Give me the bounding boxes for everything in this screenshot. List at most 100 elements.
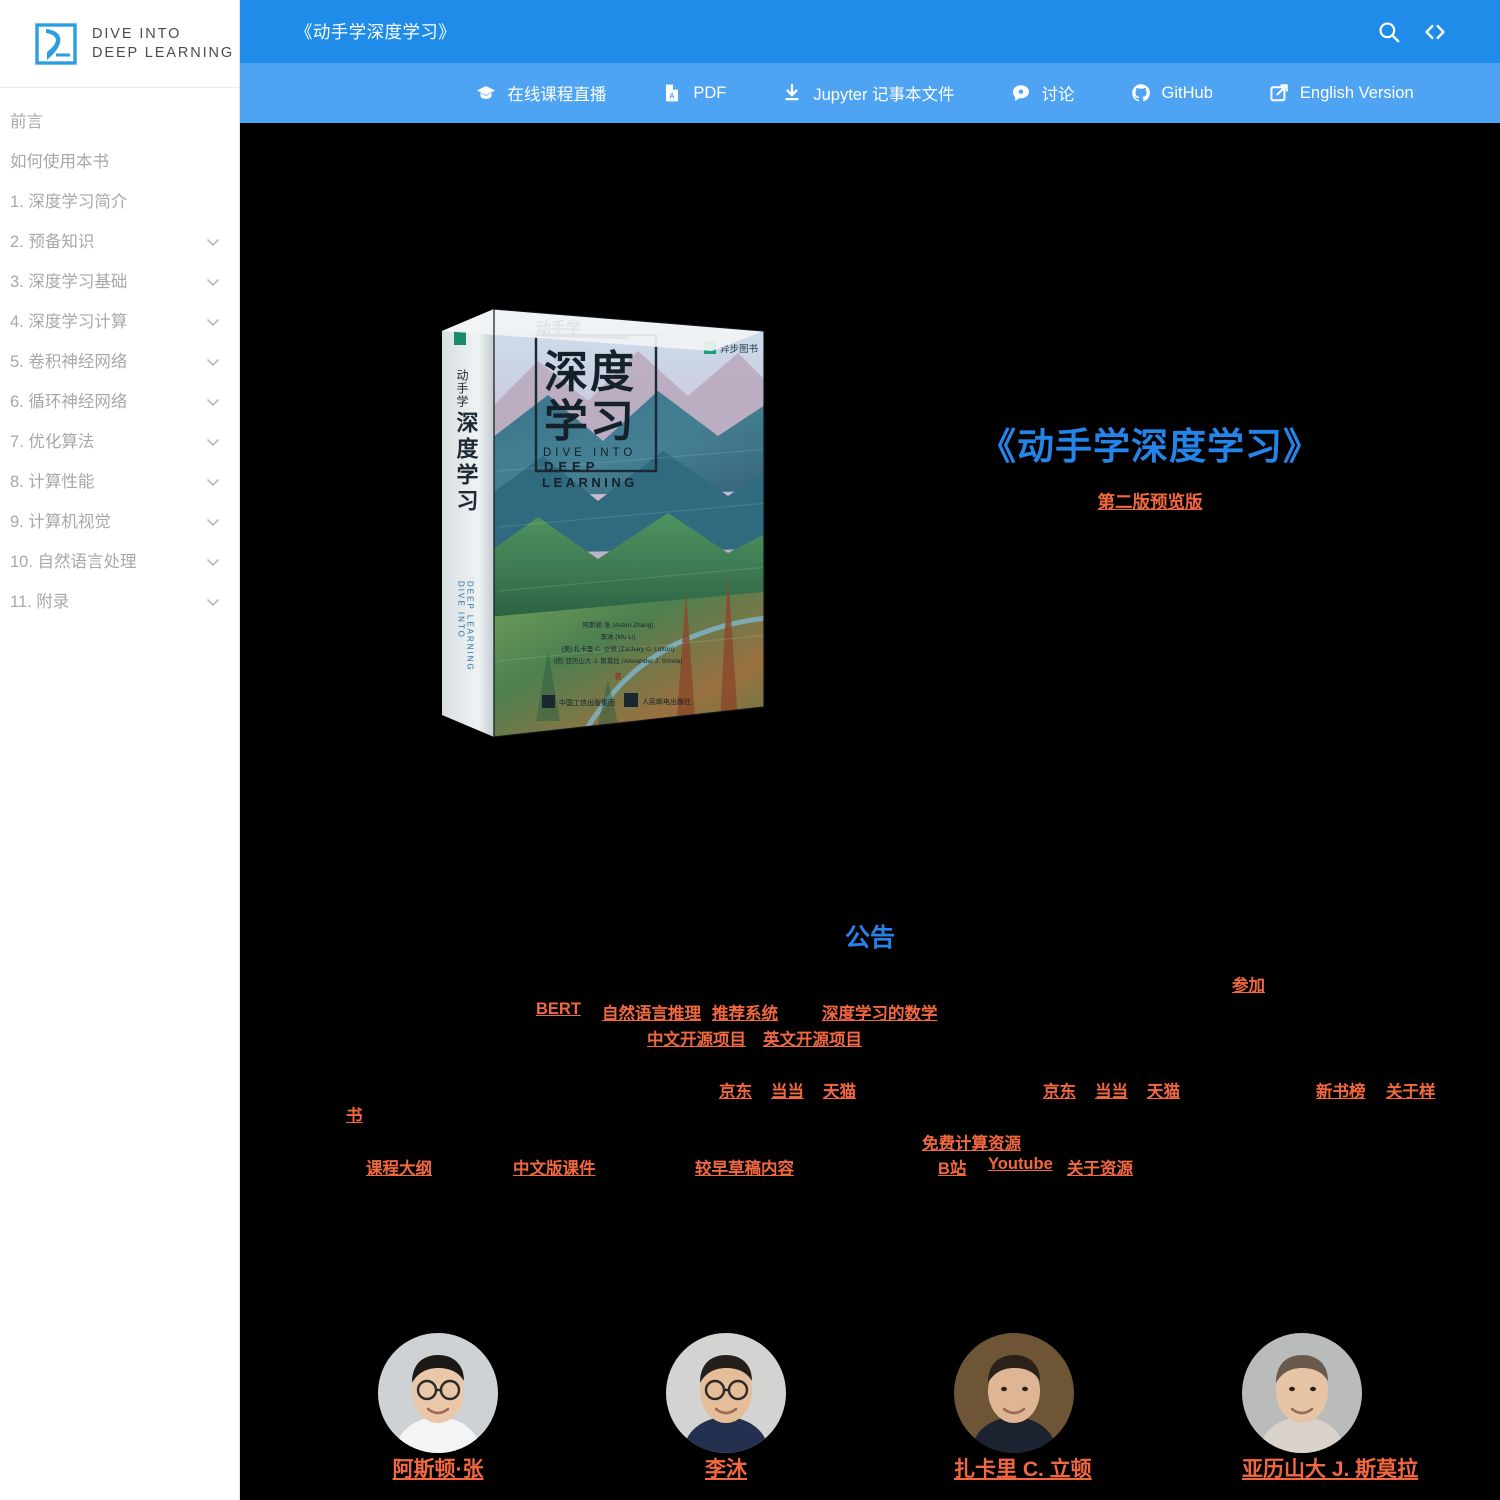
search-icon[interactable]	[1376, 19, 1402, 45]
announcement-link-0[interactable]: 参加	[1232, 972, 1265, 996]
author-name-link[interactable]: 亚历山大 J. 斯莫拉	[1242, 1458, 1418, 1481]
sidebar-item-label: 5. 卷积神经网络	[10, 353, 128, 371]
sidebar-item-0[interactable]: 前言	[0, 102, 239, 142]
announcement-link-7[interactable]: 京东	[719, 1078, 752, 1102]
author-photo-aston-zhang	[378, 1333, 498, 1453]
pdf-file-icon: A	[666, 84, 679, 102]
page-title: 《动手学深度学习》	[295, 22, 457, 42]
download-icon	[785, 83, 799, 101]
subnav-item-label: GitHub	[1161, 83, 1213, 102]
sidebar-item-9[interactable]: 8. 计算性能	[0, 462, 239, 502]
d2l-logo-icon	[35, 22, 77, 65]
chevron-down-icon	[207, 559, 219, 566]
sidebar-item-label: 4. 深度学习计算	[10, 313, 128, 331]
author-name-link[interactable]: 阿斯顿·张	[393, 1458, 484, 1481]
sidebar-item-1[interactable]: 如何使用本书	[0, 142, 239, 182]
svg-text:深度学习: 深度学习	[454, 411, 479, 515]
announcement-link-13[interactable]: 新书榜	[1316, 1078, 1366, 1102]
svg-text:动手学: 动手学	[455, 369, 469, 408]
announcement-link-15[interactable]: 书	[346, 1102, 363, 1126]
sidebar-item-5[interactable]: 4. 深度学习计算	[0, 302, 239, 342]
announcement-link-9[interactable]: 天猫	[823, 1078, 856, 1102]
subnav-item-0[interactable]: 在线课程直播	[476, 81, 606, 105]
svg-text:LEARNING: LEARNING	[542, 475, 638, 490]
announcement-link-18[interactable]: 中文版课件	[513, 1155, 596, 1179]
announcement-link-1[interactable]: BERT	[536, 1000, 581, 1019]
sidebar-item-2[interactable]: 1. 深度学习简介	[0, 182, 239, 222]
announcement-link-2[interactable]: 自然语言推理	[602, 1000, 701, 1024]
author-name-link[interactable]: 扎卡里 C. 立顿	[954, 1458, 1092, 1481]
chevron-down-icon	[207, 399, 219, 406]
sidebar-item-label: 1. 深度学习简介	[10, 193, 128, 211]
sidebar-item-label: 如何使用本书	[10, 153, 109, 171]
announcement-link-20[interactable]: B站	[938, 1155, 966, 1179]
chevron-down-icon	[207, 439, 219, 446]
main-title: 《动手学深度学习》	[979, 426, 1321, 467]
sidebar-nav: 前言如何使用本书 1. 深度学习简介 2. 预备知识 3. 深度学习基础 4. 深度学习…	[0, 88, 239, 622]
announcement-link-14[interactable]: 关于样	[1386, 1078, 1436, 1102]
chevron-down-icon	[207, 519, 219, 526]
comment-icon	[1012, 85, 1029, 101]
announcement-link-5[interactable]: 中文开源项目	[647, 1026, 746, 1050]
sidebar-item-10[interactable]: 9. 计算机视觉	[0, 502, 239, 542]
author-name-link[interactable]: 李沐	[705, 1458, 747, 1481]
announcement-link-12[interactable]: 天猫	[1147, 1078, 1180, 1102]
announcement-link-3[interactable]: 推荐系统	[712, 1000, 778, 1024]
author-photo-alexander-smola	[1242, 1333, 1362, 1453]
announcement-link-19[interactable]: 较早草稿内容	[695, 1155, 794, 1179]
notice-heading: 公告	[845, 924, 896, 952]
announcement-link-22[interactable]: 关于资源	[1067, 1155, 1133, 1179]
sidebar-item-11[interactable]: 10. 自然语言处理	[0, 542, 239, 582]
svg-text:[德] 亚历山大·J. 斯莫拉 (Alexander J.: [德] 亚历山大·J. 斯莫拉 (Alexander J. Smola)	[554, 656, 683, 665]
sidebar-item-label: 10. 自然语言处理	[10, 553, 137, 571]
subnav-item-1[interactable]: A PDF	[662, 83, 726, 103]
chevron-down-icon	[207, 239, 219, 246]
announcement-link-21[interactable]: Youtube	[988, 1155, 1053, 1174]
chevron-down-icon	[207, 359, 219, 366]
brand-header[interactable]: DIVE INTO DEEP LEARNING	[0, 0, 239, 88]
svg-text:阿斯顿·张 (Aston Zhang): 阿斯顿·张 (Aston Zhang)	[582, 620, 653, 629]
announcement-link-16[interactable]: 免费计算资源	[922, 1130, 1021, 1154]
subnav-item-label: PDF	[693, 83, 727, 102]
title-block: 《动手学深度学习》 第二版预览版	[840, 423, 1460, 514]
code-brackets-icon[interactable]	[1422, 19, 1448, 45]
top-header: 《动手学深度学习》	[240, 0, 1500, 63]
sidebar-item-12[interactable]: 11. 附录	[0, 582, 239, 622]
announcement-link-4[interactable]: 深度学习的数学	[822, 1000, 938, 1024]
subnav-item-label: Jupyter 记事本文件	[813, 86, 955, 104]
announcement-link-17[interactable]: 课程大纲	[366, 1155, 432, 1179]
graduation-cap-icon	[477, 86, 496, 99]
subnav-item-2[interactable]: Jupyter 记事本文件	[782, 81, 955, 105]
svg-text:A: A	[670, 91, 676, 100]
svg-text:深度: 深度	[544, 348, 636, 397]
edition-link[interactable]: 第二版预览版	[1098, 489, 1203, 514]
sidebar-item-label: 8. 计算性能	[10, 473, 95, 491]
sidebar-item-6[interactable]: 5. 卷积神经网络	[0, 342, 239, 382]
subnav-item-label: English Version	[1299, 83, 1414, 102]
external-link-icon	[1270, 84, 1288, 102]
sidebar-item-7[interactable]: 6. 循环神经网络	[0, 382, 239, 422]
announcement-link-10[interactable]: 京东	[1043, 1078, 1076, 1102]
sidebar-item-label: 6. 循环神经网络	[10, 393, 128, 411]
announcement-link-11[interactable]: 当当	[1095, 1078, 1128, 1102]
secondary-nav: 在线课程直播 A PDF Jupyter 记事本文件 讨论 GitHub English V…	[240, 63, 1500, 123]
sidebar-item-8[interactable]: 7. 优化算法	[0, 422, 239, 462]
authors-row: 阿斯顿·张 李沐 扎卡里 C. 立顿 亚历山大 J. 斯莫拉	[240, 1333, 1500, 1483]
sidebar-item-4[interactable]: 3. 深度学习基础	[0, 262, 239, 302]
sidebar: DIVE INTO DEEP LEARNING 前言如何使用本书 1. 深度学习简…	[0, 0, 240, 1500]
book-cover-image: 动手学 深度学习 DIVE INTO DEEP LEARNING 深度 学习 D…	[442, 308, 765, 738]
svg-text:中国工信出版集团: 中国工信出版集团	[559, 698, 615, 707]
subnav-item-3[interactable]: 讨论	[1011, 81, 1075, 105]
announcement-link-6[interactable]: 英文开源项目	[763, 1026, 862, 1050]
subnav-item-4[interactable]: GitHub	[1131, 83, 1213, 103]
chevron-down-icon	[207, 279, 219, 286]
sidebar-item-label: 3. 深度学习基础	[10, 273, 128, 291]
announcement-link-8[interactable]: 当当	[771, 1078, 804, 1102]
svg-text:DIVE INTO: DIVE INTO	[543, 447, 636, 459]
author-photo-zachary-lipton	[954, 1333, 1074, 1453]
sidebar-item-3[interactable]: 2. 预备知识	[0, 222, 239, 262]
github-icon	[1131, 84, 1150, 102]
svg-text:[美] 扎卡里·C. 立顿 (Zachary C. Lipt: [美] 扎卡里·C. 立顿 (Zachary C. Lipton)	[562, 644, 674, 653]
subnav-item-5[interactable]: English Version	[1269, 83, 1414, 103]
svg-text:DEEP: DEEP	[544, 459, 599, 474]
